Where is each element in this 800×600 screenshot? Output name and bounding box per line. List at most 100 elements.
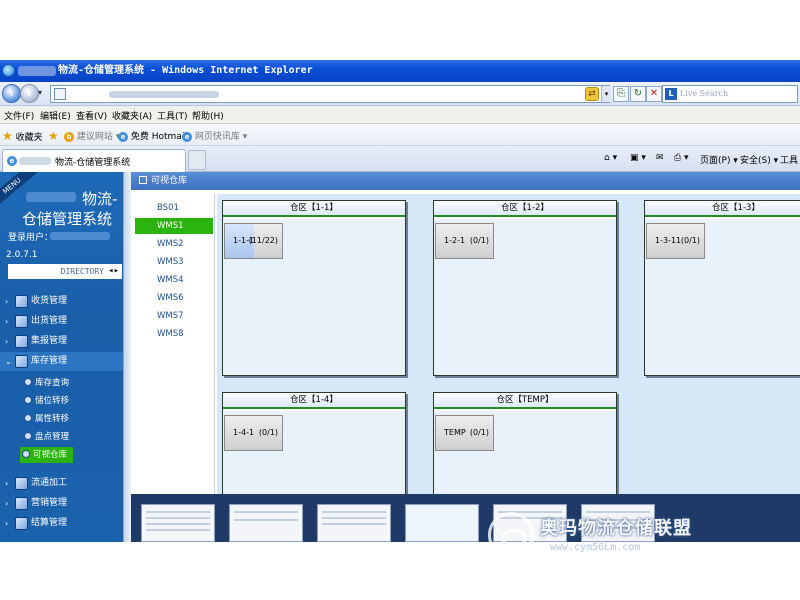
subnav-label: 可视仓库 xyxy=(33,450,68,460)
nav-label: 出货管理 xyxy=(31,316,68,326)
address-dropdown-icon[interactable]: ▾ xyxy=(601,86,611,102)
watermark-url: www.cym56Lm.com xyxy=(550,542,641,553)
gear-icon xyxy=(24,396,32,404)
page-menu[interactable]: 页面(P) ▾ xyxy=(700,153,738,166)
stop-icon[interactable]: ✕ xyxy=(646,86,662,102)
nav-inventory[interactable]: ⌄ 库存管理 xyxy=(0,352,123,371)
collapse-arrows-icon[interactable]: ◂▸ xyxy=(108,264,119,279)
tab-active[interactable]: e 物流-仓储管理系统 xyxy=(2,149,186,172)
location-cell[interactable]: 1-3-11 (0/1) xyxy=(646,223,705,259)
address-toolbar: ‹ › ▾ ⇄ ▾ ⎘ ↻ ✕ L Live Search xyxy=(0,82,800,106)
location-code: TEMP xyxy=(444,428,466,437)
zone-body: 1-2-1 (0/1) xyxy=(434,219,616,375)
warehouse-item[interactable]: WMS8 xyxy=(135,326,213,342)
module-icon xyxy=(15,335,28,348)
directory-label: DIRECTORY xyxy=(60,267,104,276)
main-title: 可视仓库 xyxy=(151,176,188,186)
menu-view[interactable]: 查看(V) xyxy=(76,109,107,122)
back-button[interactable]: ‹ xyxy=(2,84,21,103)
wms-app: MENU 物流- 仓储管理系统 登录用户： 2.0.7.1 DIRECTORY … xyxy=(0,172,800,542)
location-cell[interactable]: 1-2-1 (0/1) xyxy=(435,223,494,259)
url-blurred-text xyxy=(109,91,219,98)
refresh-page-icon[interactable]: ⎘ xyxy=(613,86,629,102)
hotmail-link[interactable]: e 免费 Hotmail xyxy=(118,129,187,142)
zone-card: 仓区【TEMP】 TEMP (0/1) xyxy=(433,392,617,494)
location-cell[interactable]: TEMP (0/1) xyxy=(435,415,494,451)
warehouse-item[interactable]: WMS3 xyxy=(135,254,213,270)
address-input[interactable]: ⇄ ▾ xyxy=(50,85,611,103)
mail-icon[interactable]: ✉ xyxy=(656,153,664,163)
warehouse-item[interactable]: WMS2 xyxy=(135,236,213,252)
watermark: 奥玛物流仓储联盟 www.cym56Lm.com xyxy=(488,512,788,562)
nav-declaration[interactable]: › 集报管理 xyxy=(0,332,123,351)
tab-title: 物流-仓储管理系统 xyxy=(55,158,131,168)
safety-menu[interactable]: 安全(S) ▾ xyxy=(740,153,778,166)
login-label: 登录用户： xyxy=(8,233,54,243)
menu-tools[interactable]: 工具(T) xyxy=(157,109,188,122)
screenshot-thumbnail xyxy=(317,504,391,542)
forward-button[interactable]: › xyxy=(20,84,39,103)
title-blurred-text xyxy=(18,66,56,76)
compat-icon[interactable]: ⇄ xyxy=(585,87,599,101)
warehouse-item[interactable]: WMS6 xyxy=(135,290,213,306)
main-panel: 可视仓库 BS01 WMS1 WMS2 WMS3 WMS4 WMS6 WMS7 … xyxy=(131,172,800,542)
directory-toggle[interactable]: DIRECTORY ◂▸ xyxy=(8,264,122,279)
suggested-sites-link[interactable]: b 建议网站 ▾ xyxy=(64,129,120,142)
ie-icon xyxy=(2,64,15,77)
nav-processing[interactable]: › 流通加工 xyxy=(0,474,123,493)
zone-title: 仓区【1-2】 xyxy=(434,201,616,217)
refresh-icon[interactable]: ↻ xyxy=(630,86,646,102)
menu-favorites[interactable]: 收藏夹(A) xyxy=(112,109,152,122)
zone-card: 仓区【1-3】 1-3-11 (0/1) xyxy=(644,200,800,376)
zone-card: 仓区【1-4】 1-4-1 (0/1) xyxy=(222,392,406,494)
location-cell[interactable]: 1-1-1 (11/22) xyxy=(224,223,283,259)
zone-body: 1-1-1 (11/22) xyxy=(223,219,405,375)
menu-help[interactable]: 帮助(H) xyxy=(192,109,224,122)
tools-menu[interactable]: 工具 xyxy=(780,153,798,166)
module-icon xyxy=(15,295,28,308)
feeds-icon[interactable]: ▣ ▾ xyxy=(630,153,646,163)
brand-line2: 仓储管理系统 xyxy=(22,210,113,228)
nav-label: 流通加工 xyxy=(31,478,68,488)
location-cell[interactable]: 1-4-1 (0/1) xyxy=(224,415,283,451)
menu-edit[interactable]: 编辑(E) xyxy=(40,109,71,122)
menu-file[interactable]: 文件(F) xyxy=(4,109,34,122)
nav-shipping[interactable]: › 出货管理 xyxy=(0,312,123,331)
nav-settlement[interactable]: › 结算管理 xyxy=(0,514,123,533)
subnav-visual-warehouse[interactable]: 可视仓库 xyxy=(20,447,73,463)
warehouse-item[interactable]: WMS4 xyxy=(135,272,213,288)
favorites-button[interactable]: ★ 收藏夹 xyxy=(2,129,43,143)
gear-icon xyxy=(24,378,32,386)
location-code: 1-4-1 xyxy=(233,428,255,437)
tab-blurred-text xyxy=(19,157,51,165)
chevron-right-icon: › xyxy=(5,337,9,346)
module-icon xyxy=(15,315,28,328)
print-icon[interactable]: ⎙ ▾ xyxy=(674,153,689,163)
search-input[interactable]: L Live Search xyxy=(662,85,798,103)
tab-ie-icon: e xyxy=(7,156,17,166)
history-dropdown-icon[interactable]: ▾ xyxy=(38,88,42,97)
zone-body: TEMP (0/1) xyxy=(434,411,616,494)
zone-body: 1-4-1 (0/1) xyxy=(223,411,405,494)
module-icon xyxy=(15,497,28,510)
sidebar-splitter[interactable] xyxy=(123,172,131,542)
warehouse-item[interactable]: BS01 xyxy=(135,200,213,216)
search-placeholder: Live Search xyxy=(680,89,729,98)
home-icon[interactable]: ⌂ ▾ xyxy=(604,153,617,163)
main-header: 可视仓库 xyxy=(131,172,800,190)
zone-title: 仓区【1-3】 xyxy=(645,201,800,217)
location-qty: (0/1) xyxy=(469,428,489,437)
new-tab-button[interactable] xyxy=(188,150,206,170)
zone-card: 仓区【1-2】 1-2-1 (0/1) xyxy=(433,200,617,376)
nav-receiving[interactable]: › 收货管理 xyxy=(0,292,123,311)
window-icon xyxy=(139,176,147,184)
warehouse-item-selected[interactable]: WMS1 xyxy=(135,218,213,234)
add-favorite-icon[interactable]: ★ xyxy=(48,129,59,143)
chevron-down-icon: ⌄ xyxy=(5,357,12,366)
subnav-label: 属性转移 xyxy=(35,414,70,424)
location-code: 1-3-11 xyxy=(655,236,682,245)
web-slice-link[interactable]: e 网页快讯库 ▾ xyxy=(182,129,247,142)
menu-bar: 文件(F) 编辑(E) 查看(V) 收藏夹(A) 工具(T) 帮助(H) xyxy=(0,106,800,124)
warehouse-item[interactable]: WMS7 xyxy=(135,308,213,324)
nav-marketing[interactable]: › 营销管理 xyxy=(0,494,123,513)
